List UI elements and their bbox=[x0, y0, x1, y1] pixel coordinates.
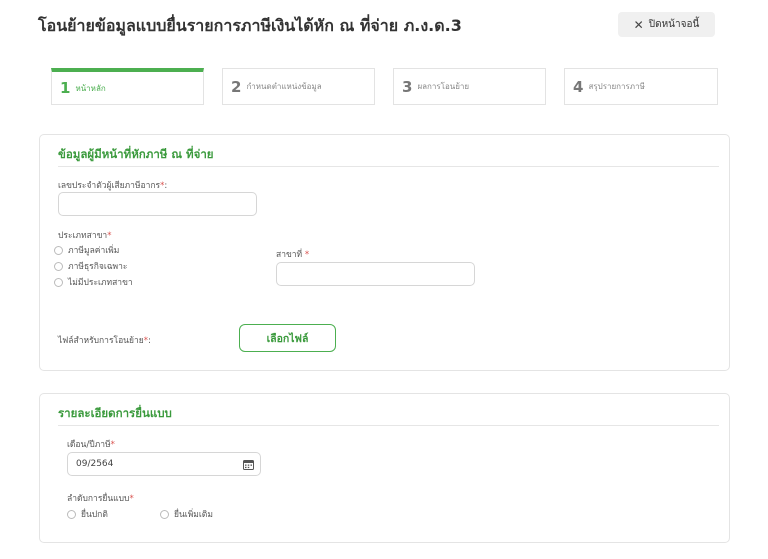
radio-specific-business-tax[interactable]: ภาษีธุรกิจเฉพาะ bbox=[54, 259, 128, 273]
step-number: 4 bbox=[573, 77, 584, 96]
period-input[interactable]: 09/2564 bbox=[67, 452, 261, 476]
period-label: เดือน/ปีภาษี* bbox=[67, 440, 115, 450]
step-label: ผลการโอนย้าย bbox=[417, 82, 470, 91]
radio-circle bbox=[67, 509, 76, 519]
radio-circle bbox=[54, 261, 63, 271]
step-label: สรุปรายการภาษี bbox=[588, 82, 645, 91]
file-label: ไฟล์สำหรับการโอนย้าย*: bbox=[58, 336, 151, 346]
page-title: โอนย้ายข้อมูลแบบยื่นรายการภาษีเงินได้หัก… bbox=[38, 16, 462, 35]
branch-no-label: สาขาที่ * bbox=[276, 250, 310, 260]
close-page-button[interactable]: ✕ ปิดหน้าจอนี้ bbox=[618, 12, 715, 37]
step-number: 1 bbox=[60, 79, 71, 97]
step-number: 2 bbox=[231, 77, 242, 96]
radio-additional-filing[interactable]: ยื่นเพิ่มเติม bbox=[160, 507, 213, 521]
step-label: กำหนดตำแหน่งข้อมูล bbox=[246, 82, 322, 91]
step-4-summary[interactable]: 4 สรุปรายการภาษี bbox=[564, 68, 718, 105]
branch-no-input[interactable] bbox=[276, 262, 475, 286]
calendar-icon[interactable] bbox=[243, 459, 254, 470]
radio-normal-filing[interactable]: ยื่นปกติ bbox=[67, 507, 108, 521]
tax-id-input[interactable] bbox=[58, 192, 257, 216]
stepper: 1 หน้าหลัก 2 กำหนดตำแหน่งข้อมูล 3 ผลการโ… bbox=[51, 68, 718, 105]
required-mark: * bbox=[110, 440, 115, 450]
step-3-result[interactable]: 3 ผลการโอนย้าย bbox=[393, 68, 546, 105]
payer-info-card: ข้อมูลผู้มีหน้าที่หักภาษี ณ ที่จ่าย เลขป… bbox=[39, 134, 730, 371]
choose-file-button[interactable]: เลือกไฟล์ bbox=[239, 324, 336, 352]
required-mark: * bbox=[129, 494, 134, 504]
step-2-mapping[interactable]: 2 กำหนดตำแหน่งข้อมูล bbox=[222, 68, 375, 105]
required-mark: * bbox=[107, 231, 112, 241]
step-number: 3 bbox=[402, 77, 413, 96]
step-label: หน้าหลัก bbox=[75, 83, 106, 93]
radio-circle bbox=[160, 509, 169, 519]
period-value: 09/2564 bbox=[76, 459, 114, 469]
filing-details-card: รายละเอียดการยื่นแบบ เดือน/ปีภาษี* 09/25… bbox=[39, 393, 730, 543]
sequence-label: ลำดับการยื่นแบบ* bbox=[67, 494, 134, 504]
filing-details-title: รายละเอียดการยื่นแบบ bbox=[58, 405, 719, 426]
radio-circle bbox=[54, 277, 63, 287]
payer-info-title: ข้อมูลผู้มีหน้าที่หักภาษี ณ ที่จ่าย bbox=[58, 146, 719, 167]
close-icon: ✕ bbox=[633, 17, 644, 32]
tax-id-label: เลขประจำตัวผู้เสียภาษีอากร*: bbox=[58, 181, 168, 191]
required-mark: * bbox=[304, 250, 310, 260]
step-1-main[interactable]: 1 หน้าหลัก bbox=[51, 68, 204, 105]
radio-no-branch-type[interactable]: ไม่มีประเภทสาขา bbox=[54, 275, 133, 289]
radio-circle bbox=[54, 245, 63, 255]
close-page-label: ปิดหน้าจอนี้ bbox=[648, 19, 700, 30]
branch-type-label: ประเภทสาขา* bbox=[58, 231, 112, 241]
radio-vat[interactable]: ภาษีมูลค่าเพิ่ม bbox=[54, 243, 119, 257]
